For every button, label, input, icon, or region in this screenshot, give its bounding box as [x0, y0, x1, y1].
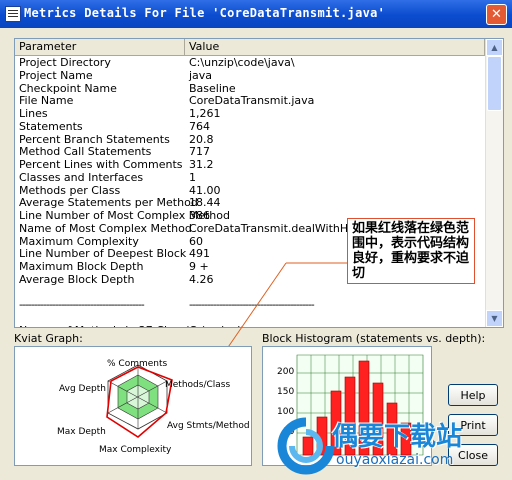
- annotation-note: 如果红线落在绿色范围中，表示代码结构良好，重构要求不迫切: [347, 218, 475, 284]
- watermark: 偶要下载站 ouyaoxiazai.com: [272, 412, 512, 480]
- watermark-logo-icon: [277, 417, 335, 475]
- watermark-url: ouyaoxiazai.com: [336, 452, 454, 468]
- kiviat-graph-label: Kviat Graph:: [14, 332, 83, 345]
- histogram-y-tick: 150: [277, 387, 295, 397]
- kiviat-axis-label: Max Depth: [57, 427, 106, 437]
- kiviat-axis-label: Max Complexity: [99, 445, 172, 455]
- kiviat-axis-label: % Comments: [107, 359, 168, 369]
- kiviat-graph: % Comments Methods/Class Avg Stmts/Metho…: [14, 346, 252, 466]
- histogram-y-tick: 200: [277, 367, 295, 377]
- kiviat-axis-label: Avg Depth: [59, 384, 106, 394]
- histogram-label: Block Histogram (statements vs. depth):: [262, 332, 486, 345]
- help-button[interactable]: Help: [448, 384, 498, 406]
- kiviat-axis-label: Avg Stmts/Method: [167, 421, 250, 431]
- kiviat-axis-label: Methods/Class: [165, 380, 231, 390]
- watermark-text: 偶要下载站: [332, 422, 463, 452]
